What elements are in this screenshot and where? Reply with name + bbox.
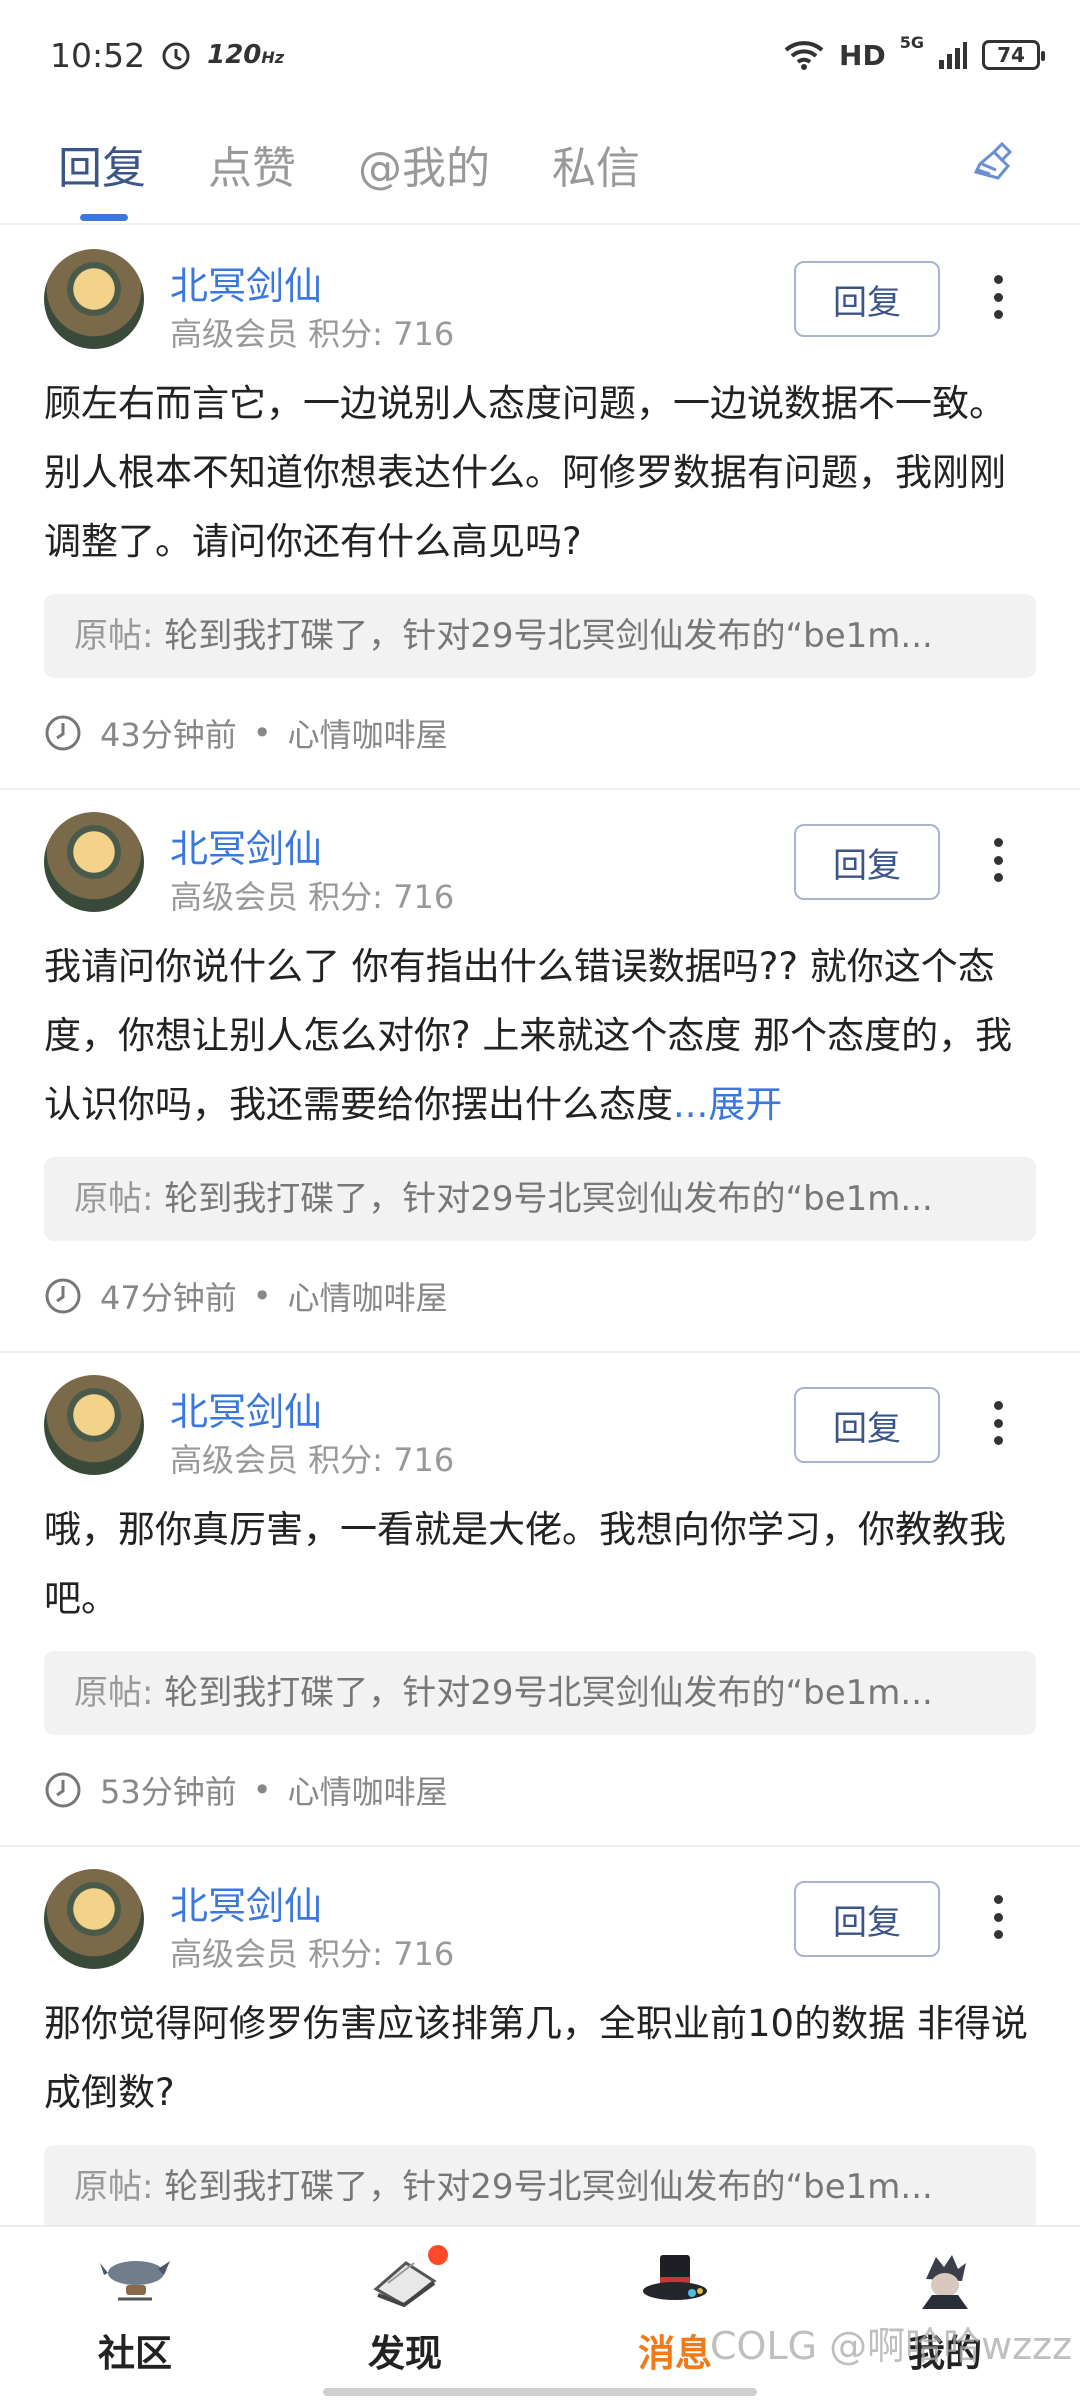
more-options-icon[interactable]	[978, 1393, 1018, 1453]
avatar[interactable]	[44, 249, 144, 349]
alarm-icon	[162, 42, 190, 70]
avatar[interactable]	[44, 812, 144, 912]
reply-content[interactable]: 顾左右而言它，一边说别人态度问题，一边说数据不一致。别人根本不知道你想表达什么。…	[44, 367, 1036, 576]
nav-messages[interactable]: 消息	[540, 2227, 810, 2400]
reply-time: 43分钟前	[100, 716, 237, 754]
board-name[interactable]: 心情咖啡屋	[288, 1273, 448, 1319]
board-name[interactable]: 心情咖啡屋	[288, 1767, 448, 1813]
airship-icon	[100, 2261, 170, 2301]
gesture-home-bar[interactable]	[323, 2388, 757, 2396]
reply-meta: 43分钟前 • 心情咖啡屋	[44, 678, 1036, 788]
nav-profile[interactable]: 我的	[810, 2227, 1080, 2400]
avatar[interactable]	[44, 1375, 144, 1475]
tab-mentions[interactable]: @我的	[358, 132, 490, 196]
reply-button[interactable]: 回复	[794, 824, 940, 900]
nav-label: 发现	[368, 2332, 442, 2375]
avatar[interactable]	[44, 1869, 144, 1969]
message-tabs: 回复 点赞 @我的 私信	[0, 110, 1080, 225]
tab-likes[interactable]: 点赞	[208, 132, 296, 196]
original-post-quote[interactable]: 原帖: 轮到我打碟了，针对29号北冥剑仙发布的“be1m...	[44, 594, 1036, 678]
signal-icon	[939, 42, 967, 69]
reply-button[interactable]: 回复	[794, 1387, 940, 1463]
tab-private-messages[interactable]: 私信	[552, 132, 640, 196]
reply-content[interactable]: 那你觉得阿修罗伤害应该排第几，全职业前10的数据 非得说成倒数?	[44, 1987, 1036, 2127]
notification-badge	[428, 2245, 448, 2265]
username[interactable]: 北冥剑仙	[170, 1381, 322, 1436]
tab-reply[interactable]: 回复	[58, 132, 146, 196]
status-time: 10:52	[50, 35, 146, 75]
profile-character-icon	[922, 2255, 968, 2309]
clock-icon	[45, 715, 81, 751]
expand-link[interactable]: ...展开	[673, 1083, 782, 1126]
battery-icon: 74	[982, 40, 1045, 70]
reply-time: 47分钟前	[100, 1279, 237, 1317]
reply-button[interactable]: 回复	[794, 261, 940, 337]
nav-label: 社区	[98, 2332, 172, 2375]
separator-dot: •	[252, 1771, 272, 1809]
username[interactable]: 北冥剑仙	[170, 255, 322, 310]
top-hat-icon	[643, 2255, 707, 2300]
reply-card: 北冥剑仙 高级会员 积分: 716 回复 那你觉得阿修罗伤害应该排第几，全职业前…	[0, 1847, 1080, 2225]
reply-time: 53分钟前	[100, 1773, 237, 1811]
user-level: 高级会员 积分: 716	[170, 1441, 455, 1479]
more-options-icon[interactable]	[978, 1887, 1018, 1947]
reply-content[interactable]: 我请问你说什么了 你有指出什么错误数据吗?? 就你这个态度，你想让别人怎么对你?…	[44, 930, 1036, 1139]
nav-community[interactable]: 社区	[0, 2227, 270, 2400]
separator-dot: •	[252, 1277, 272, 1315]
user-level: 高级会员 积分: 716	[170, 1935, 455, 1973]
more-options-icon[interactable]	[978, 267, 1018, 327]
board-name[interactable]: 心情咖啡屋	[288, 710, 448, 756]
watermark: COLG @啊哈哈wzzz	[710, 2324, 1073, 2368]
user-level: 高级会员 积分: 716	[170, 315, 455, 353]
wifi-icon	[784, 41, 824, 70]
broom-icon[interactable]	[968, 138, 1022, 192]
network-gen: 5G	[899, 32, 924, 52]
tab-indicator	[80, 214, 128, 221]
nav-discover[interactable]: 发现	[270, 2227, 540, 2400]
reply-feed: 北冥剑仙 高级会员 积分: 716 回复 顾左右而言它，一边说别人态度问题，一边…	[0, 227, 1080, 2225]
reply-card: 北冥剑仙 高级会员 积分: 716 回复 顾左右而言它，一边说别人态度问题，一边…	[0, 227, 1080, 790]
original-post-quote[interactable]: 原帖: 轮到我打碟了，针对29号北冥剑仙发布的“be1m...	[44, 2145, 1036, 2225]
nav-label: 消息	[638, 2332, 712, 2375]
refresh-rate: 120Hz	[207, 40, 285, 70]
reply-meta: 47分钟前 • 心情咖啡屋	[44, 1241, 1036, 1351]
reply-card: 北冥剑仙 高级会员 积分: 716 回复 哦，那你真厉害，一看就是大佬。我想向你…	[0, 1353, 1080, 1847]
reply-card: 北冥剑仙 高级会员 积分: 716 回复 我请问你说什么了 你有指出什么错误数据…	[0, 790, 1080, 1353]
network-label: HD	[839, 38, 886, 72]
reply-button[interactable]: 回复	[794, 1881, 940, 1957]
username[interactable]: 北冥剑仙	[170, 1875, 322, 1930]
original-post-quote[interactable]: 原帖: 轮到我打碟了，针对29号北冥剑仙发布的“be1m...	[44, 1157, 1036, 1241]
reply-content[interactable]: 哦，那你真厉害，一看就是大佬。我想向你学习，你教教我吧。	[44, 1493, 1036, 1633]
clock-icon	[45, 1278, 81, 1314]
original-post-quote[interactable]: 原帖: 轮到我打碟了，针对29号北冥剑仙发布的“be1m...	[44, 1651, 1036, 1735]
reply-meta: 53分钟前 • 心情咖啡屋	[44, 1735, 1036, 1845]
status-bar: 10:52 120Hz HD 5G 74	[0, 0, 1080, 110]
separator-dot: •	[252, 714, 272, 752]
username[interactable]: 北冥剑仙	[170, 818, 322, 873]
more-options-icon[interactable]	[978, 830, 1018, 890]
clock-icon	[45, 1772, 81, 1808]
bottom-navigation: 社区 发现 消息 我的	[0, 2225, 1080, 2400]
user-level: 高级会员 积分: 716	[170, 878, 455, 916]
